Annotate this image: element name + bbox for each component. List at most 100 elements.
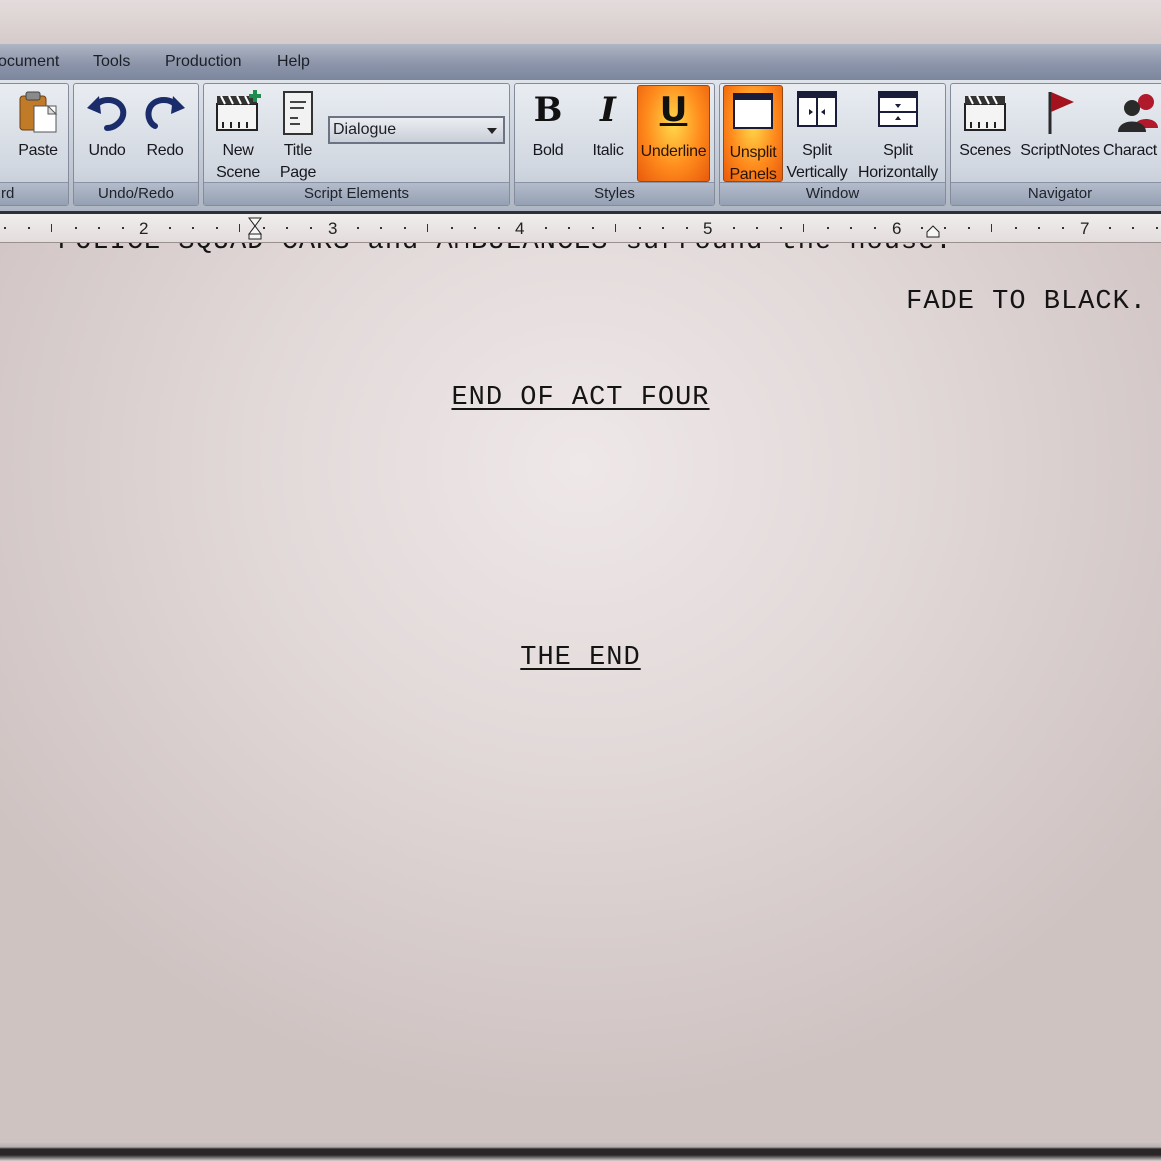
- ruler-dot: [380, 227, 382, 229]
- ruler-dot: [1015, 227, 1017, 229]
- ruler-dot: [1156, 227, 1158, 229]
- group-script-elements: New Scene Title Page Dialogue Script Eleme…: [203, 83, 510, 206]
- unsplit-panels-label: Unsplit Panels: [729, 144, 777, 183]
- left-indent-marker[interactable]: [247, 216, 263, 240]
- group-styles: B Bold I Italic U Underline Styles: [514, 83, 715, 206]
- italic-icon: I: [600, 90, 616, 130]
- paste-icon: [16, 88, 60, 141]
- underline-icon: U: [659, 90, 688, 130]
- ruler-dot: [75, 227, 77, 229]
- italic-button[interactable]: I Italic: [579, 84, 637, 184]
- menu-document[interactable]: ocument: [0, 53, 59, 71]
- ruler-number: 5: [703, 219, 713, 238]
- ruler-tick: [51, 224, 52, 232]
- group-label-script-elements: Script Elements: [204, 182, 509, 205]
- ruler-dot: [498, 227, 500, 229]
- split-vertically-button[interactable]: Split Vertically: [784, 84, 850, 184]
- ruler-dot: [169, 227, 171, 229]
- paste-button[interactable]: Paste: [7, 84, 69, 184]
- menu-help[interactable]: Help: [277, 53, 310, 71]
- users-icon: [1114, 88, 1161, 141]
- group-label-clipboard: rd: [0, 182, 68, 205]
- ruler-tick: [615, 224, 616, 232]
- bold-button[interactable]: B Bold: [519, 84, 577, 184]
- undo-icon: [83, 88, 131, 141]
- script-element-select[interactable]: Dialogue: [328, 116, 505, 144]
- clapperboard-icon: [961, 88, 1009, 139]
- flag-icon: [1040, 88, 1080, 141]
- group-label-undo-redo: Undo/Redo: [74, 182, 198, 205]
- ruler-dot: [592, 227, 594, 229]
- title-page-label: Title Page: [279, 142, 317, 181]
- redo-icon: [141, 88, 189, 141]
- scenes-button[interactable]: Scenes: [955, 84, 1015, 184]
- ruler-dot: [780, 227, 782, 229]
- ruler-dot: [944, 227, 946, 229]
- ruler-dot: [404, 227, 406, 229]
- ruler-dot: [733, 227, 735, 229]
- ruler-number: 2: [139, 219, 149, 238]
- clapperboard-add-icon: [213, 88, 263, 141]
- ruler-dot: [921, 227, 923, 229]
- act-end-line: END OF ACT FOUR: [451, 383, 710, 413]
- menu-bar: ocument Tools Production Help: [0, 44, 1161, 81]
- title-page-button[interactable]: Title Page: [270, 84, 326, 184]
- ruler-dot: [662, 227, 664, 229]
- ruler-dot: [686, 227, 688, 229]
- menu-production[interactable]: Production: [165, 53, 242, 71]
- group-label-navigator: Navigator: [951, 182, 1161, 205]
- ruler-dot: [568, 227, 570, 229]
- ruler-dot: [756, 227, 758, 229]
- ruler-number: 3: [328, 219, 338, 238]
- characters-button[interactable]: Charact: [1103, 84, 1161, 184]
- transition-line: FADE TO BLACK.: [906, 287, 1147, 317]
- ruler-dot: [545, 227, 547, 229]
- ruler-dot: [192, 227, 194, 229]
- group-clipboard: Paste rd: [0, 83, 69, 206]
- window-top-edge: [0, 0, 1161, 44]
- undo-button[interactable]: Undo: [78, 84, 136, 184]
- page-icon: [278, 88, 318, 143]
- scriptnotes-button[interactable]: ScriptNotes: [1017, 84, 1103, 184]
- window-bottom-edge: [0, 1141, 1161, 1161]
- redo-button[interactable]: Redo: [136, 84, 194, 184]
- ruler-dot: [639, 227, 641, 229]
- ruler-dot: [357, 227, 359, 229]
- group-window: Unsplit Panels Split Vertically Split Ho…: [719, 83, 946, 206]
- ruler-tick: [239, 224, 240, 232]
- script-page[interactable]: POLICE SQUAD CARS and AMBULANCES surroun…: [0, 243, 1161, 1141]
- ruler-dot: [874, 227, 876, 229]
- ruler-dot: [827, 227, 829, 229]
- split-vertical-icon: [795, 88, 839, 135]
- ruler[interactable]: 2 3 4 5 6 7: [0, 214, 1161, 243]
- ruler-dot: [1132, 227, 1134, 229]
- menu-tools[interactable]: Tools: [93, 53, 130, 71]
- ruler-dot: [850, 227, 852, 229]
- action-line: POLICE SQUAD CARS and AMBULANCES surroun…: [58, 243, 953, 257]
- group-undo-redo: Undo Redo Undo/Redo: [73, 83, 199, 206]
- unsplit-panels-button[interactable]: Unsplit Panels: [723, 85, 783, 183]
- bold-icon: B: [533, 90, 563, 130]
- ruler-dot: [4, 227, 6, 229]
- split-horizontal-icon: [876, 88, 920, 135]
- ruler-dot: [1109, 227, 1111, 229]
- split-horizontally-button[interactable]: Split Horizontally: [854, 84, 942, 184]
- ruler-dot: [451, 227, 453, 229]
- ruler-number: 6: [892, 219, 902, 238]
- new-scene-label: New Scene: [216, 142, 260, 181]
- underline-button[interactable]: U Underline: [637, 85, 710, 182]
- ruler-dot: [122, 227, 124, 229]
- ruler-tick: [427, 224, 428, 232]
- ruler-dot: [98, 227, 100, 229]
- ruler-dot: [474, 227, 476, 229]
- new-scene-button[interactable]: New Scene: [210, 84, 266, 184]
- ruler-number: 7: [1080, 219, 1090, 238]
- ruler-tick: [991, 224, 992, 232]
- single-panel-icon: [731, 90, 775, 137]
- group-label-window: Window: [720, 182, 945, 205]
- ruler-dot: [1038, 227, 1040, 229]
- ruler-dot: [286, 227, 288, 229]
- ruler-dot: [28, 227, 30, 229]
- right-indent-marker[interactable]: [926, 224, 940, 238]
- ruler-tick: [803, 224, 804, 232]
